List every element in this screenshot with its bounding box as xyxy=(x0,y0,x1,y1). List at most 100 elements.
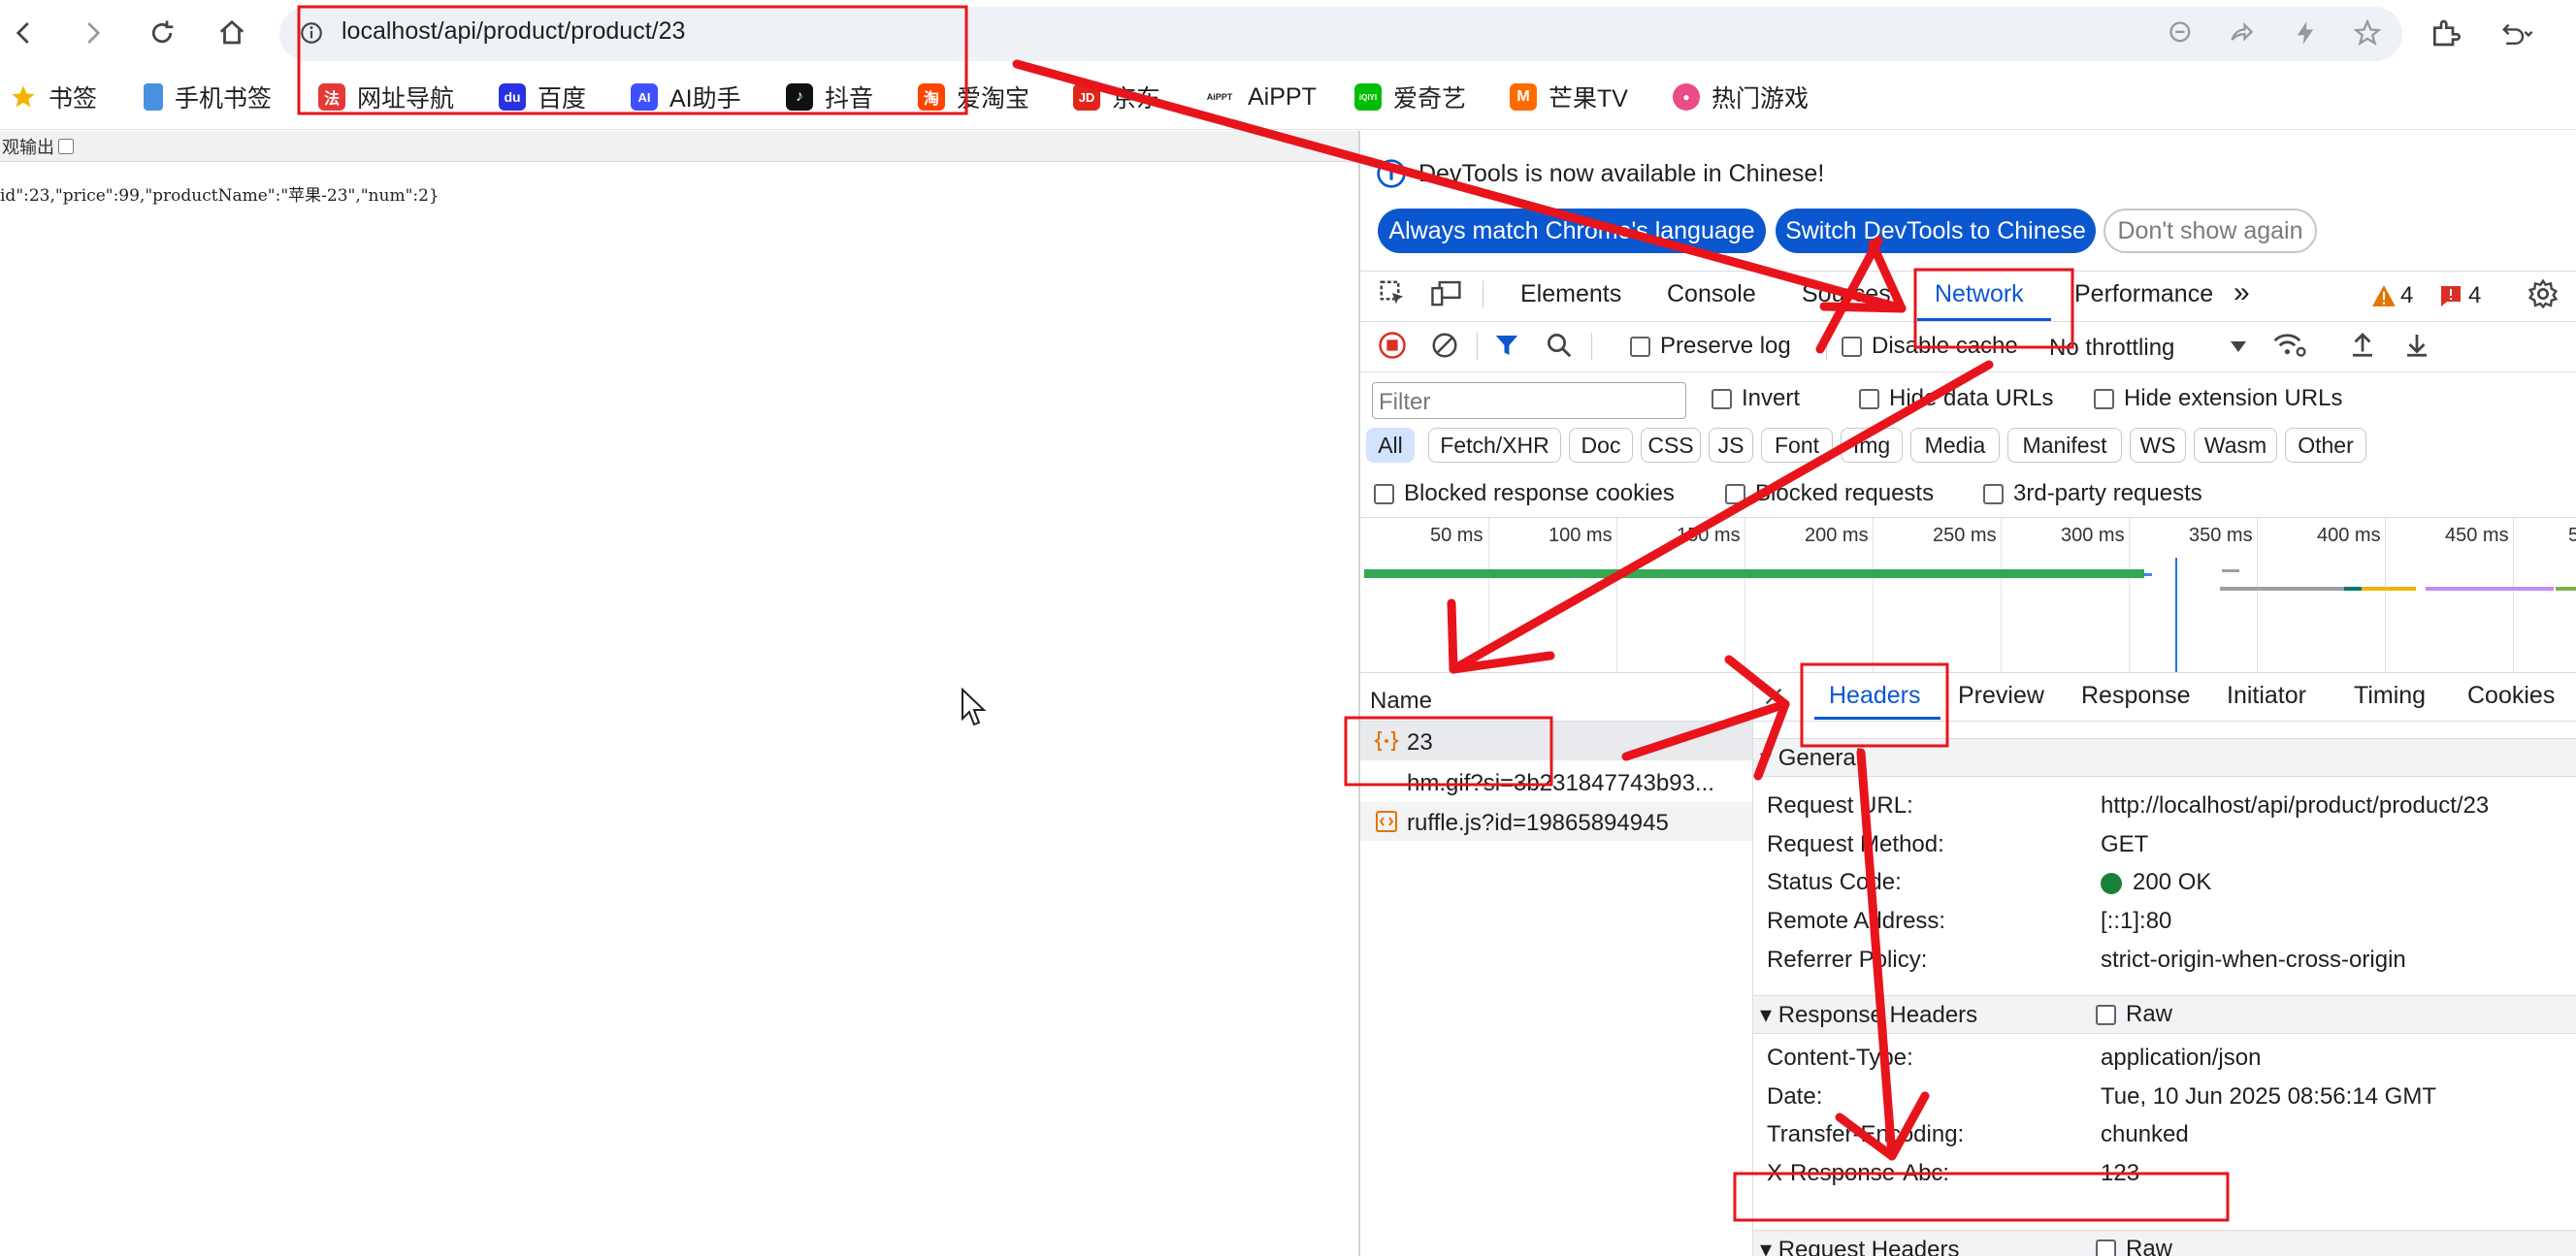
forward-button[interactable] xyxy=(68,9,116,57)
checkbox-box[interactable] xyxy=(1859,388,1879,409)
type-filter-all[interactable]: All xyxy=(1366,428,1415,463)
type-filter-ws[interactable]: WS xyxy=(2130,428,2186,463)
type-filter-doc[interactable]: Doc xyxy=(1569,428,1633,463)
bookmark-item[interactable]: ♪ 抖音 xyxy=(786,80,873,114)
pretty-print-checkbox[interactable] xyxy=(58,138,74,154)
type-filter-css[interactable]: CSS xyxy=(1641,428,1701,463)
bookmark-item[interactable]: 书签 xyxy=(10,80,97,114)
bookmark-item[interactable]: iQIYI 爱奇艺 xyxy=(1354,80,1466,114)
blocked-requests-checkbox[interactable]: Blocked requests xyxy=(1725,480,1934,507)
blocked-response-cookies-checkbox[interactable]: Blocked response cookies xyxy=(1374,480,1675,507)
bookmark-item[interactable]: JD 京东 xyxy=(1073,80,1160,114)
bookmark-item[interactable]: 淘 爱淘宝 xyxy=(918,80,1029,114)
name-column-header[interactable]: Name xyxy=(1370,688,1432,715)
hide-data-urls-checkbox[interactable]: Hide data URLs xyxy=(1859,385,2053,412)
type-filter-img[interactable]: Img xyxy=(1841,428,1903,463)
request-headers-title[interactable]: ▾ Request Headers xyxy=(1760,1236,1960,1256)
share-icon[interactable] xyxy=(2224,16,2259,50)
reload-button[interactable] xyxy=(138,9,186,57)
tab-console[interactable]: Console xyxy=(1667,280,1756,321)
clear-icon[interactable] xyxy=(1430,331,1459,360)
error-count[interactable]: 4 xyxy=(2468,282,2481,309)
disable-cache-checkbox[interactable]: Disable cache xyxy=(1842,333,2018,360)
general-section-title[interactable]: ▾ General xyxy=(1760,744,1861,772)
third-party-requests-checkbox[interactable]: 3rd-party requests xyxy=(1983,480,2202,507)
raw-headers-checkbox[interactable]: Raw xyxy=(2096,1001,2172,1028)
response-headers-title[interactable]: ▾ Response Headers xyxy=(1760,1001,1977,1029)
hide-extension-urls-checkbox[interactable]: Hide extension URLs xyxy=(2094,385,2342,412)
checkbox-box[interactable] xyxy=(1725,483,1745,504)
type-filter-media[interactable]: Media xyxy=(1910,428,2000,463)
type-filter-js[interactable]: JS xyxy=(1709,428,1753,463)
detail-tab-cookies[interactable]: Cookies xyxy=(2467,682,2555,710)
raw-headers-checkbox[interactable]: Raw xyxy=(2096,1236,2172,1256)
detail-tab-timing[interactable]: Timing xyxy=(2354,682,2426,710)
preserve-log-checkbox[interactable]: Preserve log xyxy=(1630,333,1791,360)
request-name[interactable]: 23 xyxy=(1407,729,1433,757)
dropdown-caret-icon[interactable] xyxy=(2230,338,2247,354)
request-name[interactable]: ruffle.js?id=19865894945 xyxy=(1407,810,1669,837)
invert-checkbox[interactable]: Invert xyxy=(1712,385,1800,412)
taobao-icon: 淘 xyxy=(918,83,945,111)
status-ok-dot-icon xyxy=(2101,873,2122,894)
search-icon[interactable] xyxy=(1545,331,1574,360)
device-toolbar-icon[interactable] xyxy=(1430,278,1463,307)
type-filter-font[interactable]: Font xyxy=(1761,428,1833,463)
checkbox-box[interactable] xyxy=(2096,1239,2116,1256)
home-button[interactable] xyxy=(208,9,256,57)
bookmark-item[interactable]: 手机书签 xyxy=(144,80,272,114)
filter-icon[interactable] xyxy=(1492,331,1521,360)
checkbox-box[interactable] xyxy=(2094,388,2114,409)
throttling-select[interactable]: No throttling xyxy=(2049,335,2174,362)
filter-input[interactable]: Filter xyxy=(1372,382,1686,419)
more-tabs-icon[interactable]: » xyxy=(2234,276,2250,317)
bookmark-item[interactable]: 法 网址导航 xyxy=(318,80,454,114)
zoom-out-icon[interactable] xyxy=(2164,16,2199,50)
detail-tab-preview[interactable]: Preview xyxy=(1958,682,2044,710)
lightning-icon[interactable] xyxy=(2288,16,2323,50)
always-match-language-button[interactable]: Always match Chrome's language xyxy=(1378,209,1766,253)
record-stop-icon[interactable] xyxy=(1378,331,1407,360)
extensions-icon[interactable] xyxy=(2428,16,2462,50)
detail-tab-response[interactable]: Response xyxy=(2081,682,2191,710)
switch-to-chinese-button[interactable]: Switch DevTools to Chinese xyxy=(1776,209,2096,253)
header-key: Transfer-Encoding: xyxy=(1767,1121,1965,1147)
import-har-icon[interactable] xyxy=(2348,329,2377,360)
checkbox-box[interactable] xyxy=(1630,336,1650,357)
back-button[interactable] xyxy=(0,9,49,57)
tab-network[interactable]: Network xyxy=(1935,280,2024,321)
bookmark-item[interactable]: M 芒果TV xyxy=(1510,80,1628,114)
type-filter-wasm[interactable]: Wasm xyxy=(2194,428,2277,463)
url-text[interactable]: localhost/api/product/product/23 xyxy=(342,17,685,46)
checkbox-box[interactable] xyxy=(2096,1004,2116,1025)
tab-performance[interactable]: Performance xyxy=(2074,280,2213,321)
tab-sources[interactable]: Sources xyxy=(1802,280,1891,321)
detail-tab-headers[interactable]: Headers xyxy=(1829,682,1921,710)
type-filter-manifest[interactable]: Manifest xyxy=(2007,428,2122,463)
checkbox-box[interactable] xyxy=(1374,483,1394,504)
bookmark-item[interactable]: AI AI助手 xyxy=(631,80,741,114)
request-name[interactable]: hm.gif?si=3b231847743b93... xyxy=(1407,770,1714,797)
dont-show-again-button[interactable]: Don't show again xyxy=(2103,209,2317,253)
undo-menu-icon[interactable] xyxy=(2499,16,2534,50)
warning-count[interactable]: 4 xyxy=(2400,282,2413,309)
site-info-icon[interactable] xyxy=(294,16,329,50)
type-filter-other[interactable]: Other xyxy=(2285,428,2366,463)
bookmark-item[interactable]: AiPPT AiPPT xyxy=(1203,80,1317,114)
type-filter-fetch-xhr[interactable]: Fetch/XHR xyxy=(1428,428,1561,463)
bookmark-item[interactable]: du 百度 xyxy=(499,80,586,114)
inspect-element-icon[interactable] xyxy=(1378,278,1407,307)
bookmark-label: 京东 xyxy=(1112,85,1161,113)
network-conditions-icon[interactable] xyxy=(2272,329,2307,360)
tab-elements[interactable]: Elements xyxy=(1520,280,1621,321)
export-har-icon[interactable] xyxy=(2402,329,2431,360)
general-section-header[interactable] xyxy=(1753,738,2576,777)
checkbox-box[interactable] xyxy=(1712,388,1732,409)
bookmark-item[interactable]: ● 热门游戏 xyxy=(1673,80,1809,114)
bookmark-star-icon[interactable] xyxy=(2350,16,2385,50)
checkbox-box[interactable] xyxy=(1983,483,2004,504)
detail-tab-initiator[interactable]: Initiator xyxy=(2227,682,2306,710)
close-icon[interactable] xyxy=(1763,686,1784,707)
checkbox-box[interactable] xyxy=(1842,336,1862,357)
settings-gear-icon[interactable] xyxy=(2527,278,2559,309)
